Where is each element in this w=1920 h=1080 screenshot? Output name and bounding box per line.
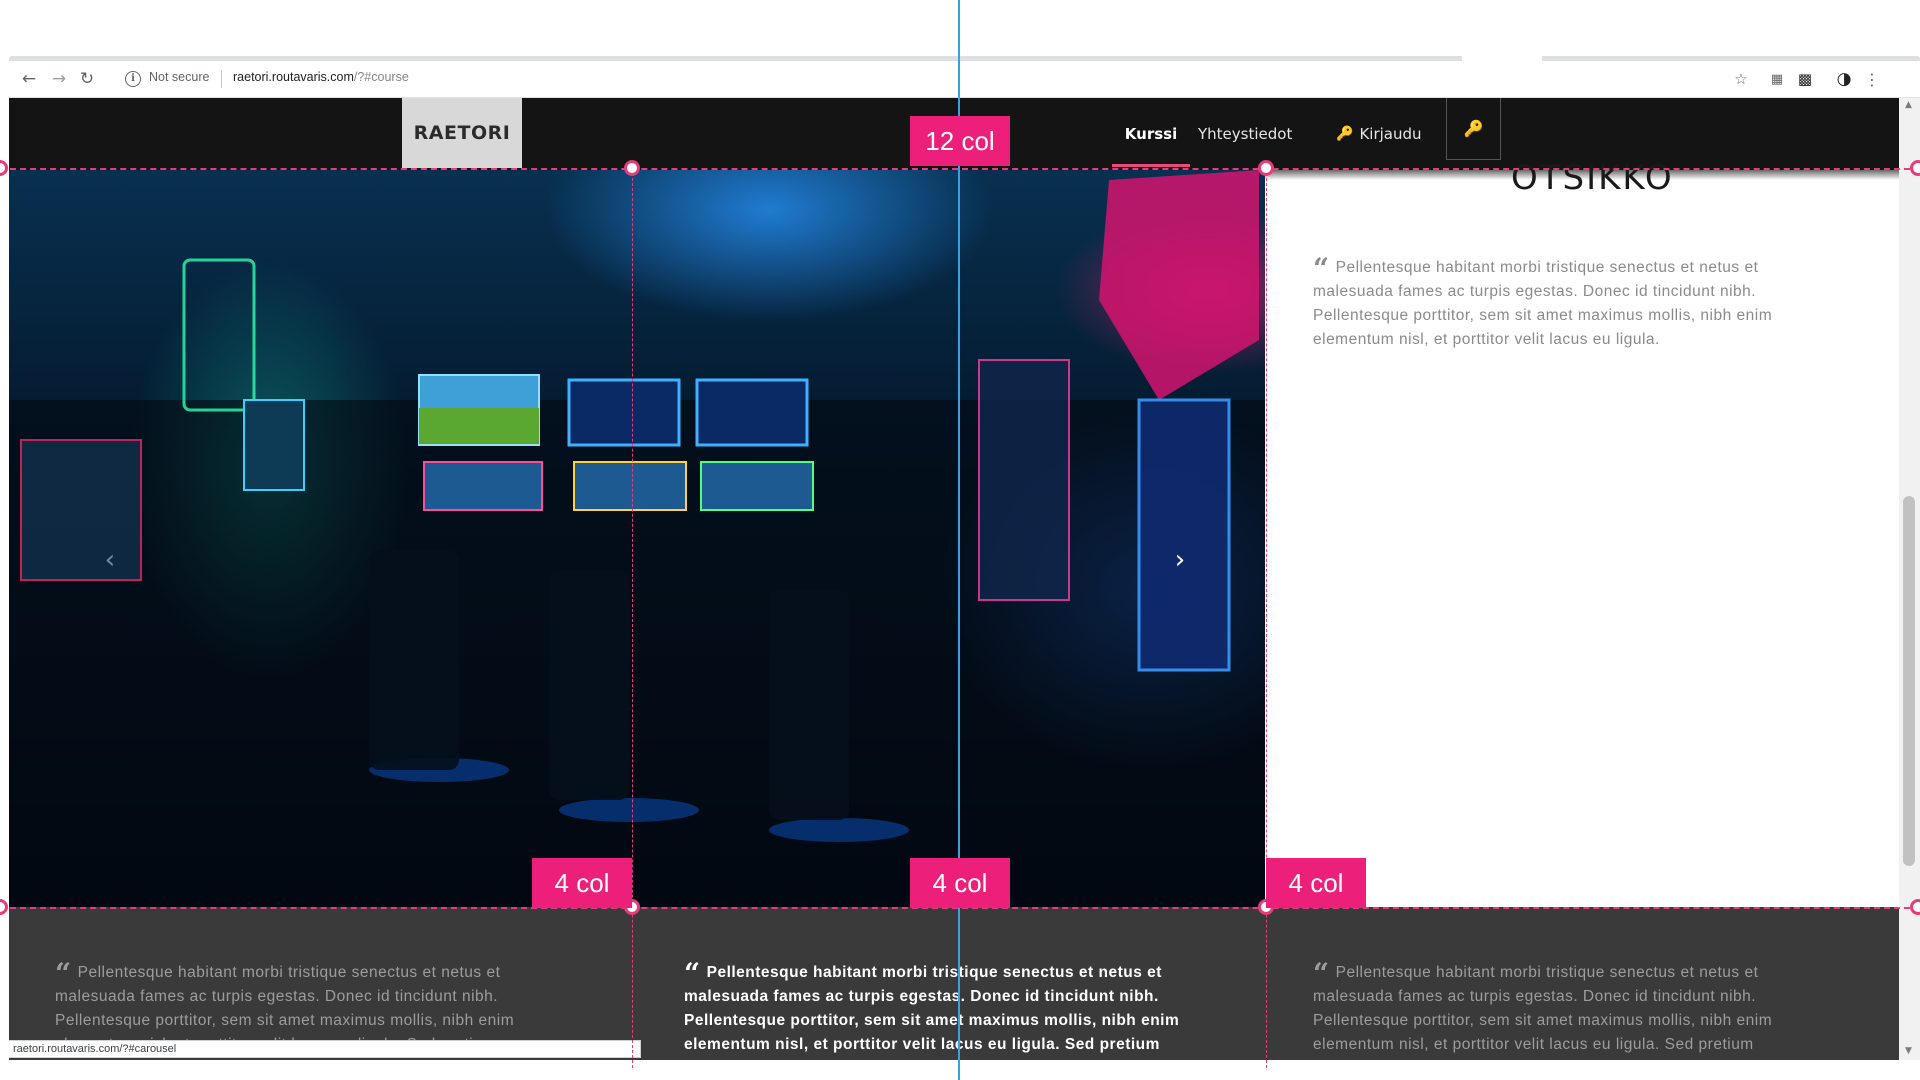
reload-icon[interactable]: ↻ (75, 67, 99, 91)
page-scrollbar[interactable]: ▲ ▼ (1899, 98, 1920, 1060)
nav-item-yhteystiedot[interactable]: Yhteystiedot (1198, 98, 1292, 170)
scroll-down-icon[interactable]: ▼ (1905, 1046, 1912, 1056)
status-bar-url: raetori.routavaris.com/?#carousel (9, 1040, 641, 1058)
url-host: raetori.routavaris.com (233, 70, 354, 84)
key-icon: 🔑 (1463, 119, 1484, 138)
quote-icon: “ (684, 957, 701, 990)
url-path: /?#course (353, 70, 409, 84)
footer-column-3: “Pellentesque habitant morbi tristique s… (1313, 960, 1833, 1057)
info-icon[interactable]: i (125, 71, 141, 87)
hero-carousel-image[interactable]: ‹ › (9, 170, 1265, 907)
nav-item-label: Kirjaudu (1359, 125, 1422, 143)
section-title: OTSIKKO (1511, 158, 1674, 198)
nav-item-kirjaudu[interactable]: 🔑 Kirjaudu (1336, 98, 1422, 170)
quote-icon: “ (55, 957, 72, 990)
carousel-next-icon[interactable]: › (1163, 540, 1197, 580)
back-arrow-icon[interactable]: ← (17, 67, 41, 91)
extension-qr-icon[interactable]: ▩ (1793, 67, 1817, 91)
site-logo[interactable]: RAETORI (402, 98, 522, 168)
scroll-up-icon[interactable]: ▲ (1905, 100, 1912, 110)
footer-column-text: Pellentesque habitant morbi tristique se… (1313, 964, 1773, 1053)
omnibox-separator (221, 70, 222, 88)
screenshot-root: ← → ↻ i Not secure raetori.routavaris.co… (0, 0, 1920, 1080)
footer-columns: “Pellentesque habitant morbi tristique s… (9, 907, 1899, 1060)
nav-item-label: Yhteystiedot (1198, 125, 1293, 143)
profile-avatar-icon[interactable]: ◑ (1832, 67, 1856, 91)
quote-icon: “ (1313, 252, 1330, 285)
guide-handle[interactable] (0, 160, 8, 176)
side-quote-text: Pellentesque habitant morbi tristique se… (1313, 259, 1773, 348)
bookmark-star-icon[interactable]: ☆ (1729, 67, 1753, 91)
scrollbar-thumb[interactable] (1903, 496, 1915, 866)
side-quote: “Pellentesque habitant morbi tristique s… (1313, 255, 1833, 352)
menu-kebab-icon[interactable]: ⋮ (1860, 67, 1884, 91)
qr-code-icon[interactable]: ▦ (1765, 67, 1789, 91)
footer-column-2: “Pellentesque habitant morbi tristique s… (684, 960, 1204, 1057)
key-icon: 🔑 (1336, 126, 1354, 142)
carousel-prev-icon[interactable]: ‹ (93, 540, 127, 580)
not-secure-label[interactable]: Not secure (149, 70, 209, 84)
footer-column-text: Pellentesque habitant morbi tristique se… (684, 964, 1180, 1053)
forward-arrow-icon[interactable]: → (47, 67, 71, 91)
address-bar[interactable]: raetori.routavaris.com/?#course (233, 70, 409, 84)
arcade-scene (9, 170, 1265, 907)
browser-toolbar: ← → ↻ i Not secure raetori.routavaris.co… (9, 61, 1920, 98)
nav-item-label: Kurssi (1124, 125, 1178, 143)
web-page: RAETORI Kurssi Yhteystiedot 🔑 Kirjaudu 🔑 (9, 98, 1899, 1060)
nav-item-kurssi[interactable]: Kurssi (1112, 98, 1190, 170)
guide-handle[interactable] (0, 899, 8, 915)
quote-icon: “ (1313, 957, 1330, 990)
key-button[interactable]: 🔑 (1446, 98, 1501, 160)
